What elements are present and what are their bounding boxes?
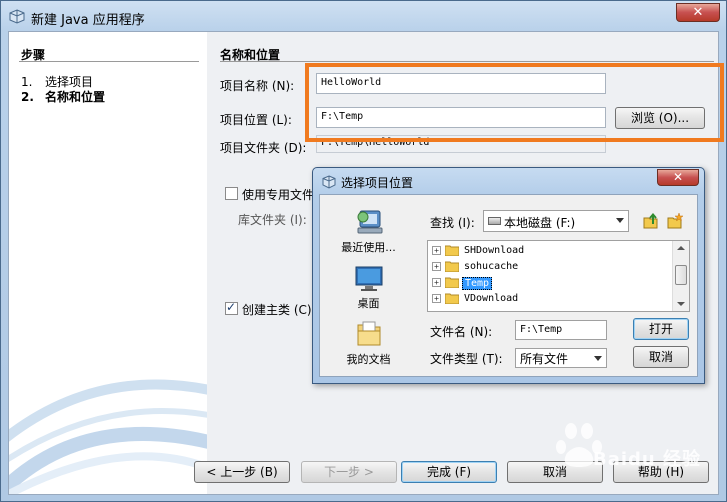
scroll-thumb[interactable] [675,265,687,285]
up-folder-icon[interactable] [642,212,660,230]
title-bar[interactable]: 新建 Java 应用程序 ✕ [1,1,726,31]
project-folder-label: 项目文件夹 (D): [220,141,307,155]
folder-name: VDownload [464,293,519,304]
orange-highlight-box [305,63,724,142]
close-button[interactable]: ✕ [676,3,720,22]
window-title: 新建 Java 应用程序 [31,13,145,28]
file-name-label: 文件名 (N): [430,325,493,339]
list-item[interactable]: + sohucache [428,259,673,275]
folder-icon [445,261,459,272]
open-button[interactable]: 打开 [633,318,689,340]
places-bar: 最近使用... 桌面 我的文档 [320,195,417,376]
section-divider [220,61,714,62]
step-number: 2. [21,90,34,104]
place-label: 最近使用... [341,241,396,254]
look-in-value: 本地磁盘 (F:) [504,216,576,230]
chevron-down-icon [616,218,624,223]
place-desktop[interactable]: 桌面 [320,265,417,311]
step-label: 选择项目 [45,75,94,89]
back-button[interactable]: < 上一步 (B) [194,461,290,483]
choose-location-dialog: 选择项目位置 ✕ 最近使用... 桌面 我的文档 查找 (I): 本地磁盘 (F… [312,167,705,384]
place-label: 桌面 [357,297,380,310]
file-type-label: 文件类型 (T): [430,352,503,366]
folder-name: Temp [462,277,493,290]
java-app-icon [9,9,25,24]
next-button[interactable]: 下一步 > [301,461,397,483]
place-recent[interactable]: 最近使用... [320,207,417,255]
scroll-down-icon[interactable] [677,302,685,306]
folder-list[interactable]: + SHDownload + sohucache + Temp + VDownl… [427,240,690,312]
my-documents-icon [357,321,380,346]
create-main-class-checkbox[interactable] [225,300,238,315]
file-name-input[interactable]: F:\Temp [515,320,607,340]
desktop-icon [355,266,382,291]
expand-icon[interactable]: + [432,278,441,287]
project-name-label: 项目名称 (N): [220,79,295,93]
expand-icon[interactable]: + [432,262,441,271]
look-in-label: 查找 (I): [430,216,475,230]
place-my-documents[interactable]: 我的文档 [320,319,417,367]
folder-icon [445,245,459,256]
scroll-up-icon[interactable] [677,246,685,250]
expand-icon[interactable]: + [432,246,441,255]
folder-icon [445,277,459,288]
dialog-cancel-button[interactable]: 取消 [633,346,689,368]
lib-folder-label: 库文件夹 (I): [238,213,307,227]
folder-list-scrollbar[interactable] [672,241,689,311]
project-location-label: 项目位置 (L): [220,113,292,127]
dialog-close-button[interactable]: ✕ [657,169,699,186]
chevron-down-icon [594,356,602,361]
recent-icon [357,210,382,234]
list-item-selected[interactable]: + Temp [428,275,673,291]
dedicated-folder-checkbox[interactable] [225,187,238,200]
drive-icon [488,217,501,225]
look-in-select[interactable]: 本地磁盘 (F:) [483,210,629,232]
place-label: 我的文档 [346,353,391,366]
java-app-icon [322,175,336,189]
folder-name: SHDownload [464,245,525,256]
list-item[interactable]: + SHDownload [428,243,673,259]
dialog-body: 最近使用... 桌面 我的文档 查找 (I): 本地磁盘 (F:) + SHDo… [319,194,698,377]
create-main-class-label: 创建主类 (C) [242,303,312,317]
file-type-value: 所有文件 [520,352,569,366]
step-number: 1. [21,75,33,89]
steps-panel: 步骤 1. 选择项目 2. 名称和位置 [9,32,207,494]
new-folder-icon[interactable] [666,212,684,230]
dialog-title: 选择项目位置 [341,176,414,190]
watermark-text: Baidu 经验 [593,449,702,470]
expand-icon[interactable]: + [432,294,441,303]
dedicated-folder-label: 使用专用文件 [242,188,315,202]
folder-icon [445,293,459,304]
folder-name: sohucache [464,261,519,272]
list-item[interactable]: + VDownload [428,291,673,307]
finish-button[interactable]: 完成 (F) [401,461,497,483]
step-label: 名称和位置 [45,90,106,104]
step-item-name-location: 2. 名称和位置 [21,88,105,105]
file-type-select[interactable]: 所有文件 [515,348,607,368]
steps-divider [19,61,199,62]
